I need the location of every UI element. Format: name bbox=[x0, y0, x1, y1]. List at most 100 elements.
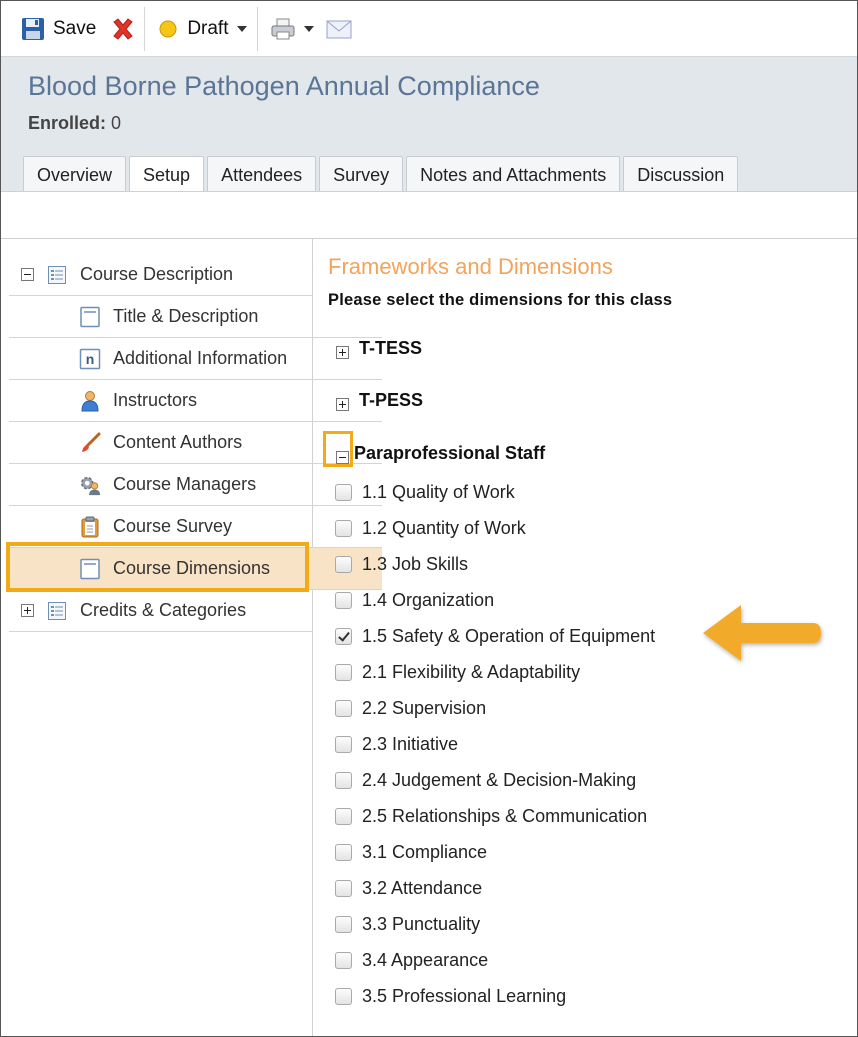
sidebar-item-label: Course Description bbox=[80, 264, 234, 284]
tab-bar: Overview Setup Attendees Survey Notes an… bbox=[23, 156, 741, 192]
expand-icon[interactable] bbox=[21, 604, 34, 617]
dimension-checkbox-row[interactable]: 3.4 Appearance bbox=[335, 950, 488, 971]
sidebar-item-credits-categories[interactable]: Credits & Categories bbox=[9, 590, 312, 632]
dimension-label: 2.4 Judgement & Decision-Making bbox=[362, 770, 637, 790]
checkbox[interactable] bbox=[335, 952, 352, 969]
active-item-highlight bbox=[6, 542, 309, 592]
dimension-checkbox-row[interactable]: 2.1 Flexibility & Adaptability bbox=[335, 662, 580, 683]
sidebar-item-additional-information[interactable]: n Additional Information bbox=[9, 338, 382, 380]
checkbox[interactable] bbox=[335, 520, 352, 537]
expand-icon[interactable] bbox=[336, 398, 349, 411]
gear-person-icon bbox=[79, 474, 101, 496]
dimension-checkbox-row[interactable]: 3.5 Professional Learning bbox=[335, 986, 566, 1007]
framework-paraprofessional-staff[interactable]: Paraprofessional Staff bbox=[336, 443, 545, 464]
dimension-checkbox-row[interactable]: 1.2 Quantity of Work bbox=[335, 518, 526, 539]
tab-discussion[interactable]: Discussion bbox=[623, 156, 739, 191]
save-button[interactable]: Save bbox=[21, 17, 96, 41]
tab-notes-and-attachments[interactable]: Notes and Attachments bbox=[406, 156, 621, 191]
sidebar-item-label: Content Authors bbox=[113, 432, 243, 452]
sidebar-item-title-description[interactable]: Title & Description bbox=[9, 296, 382, 338]
checkbox[interactable] bbox=[335, 700, 352, 717]
framework-label: Paraprofessional Staff bbox=[354, 443, 546, 463]
dimension-label: 2.1 Flexibility & Adaptability bbox=[362, 662, 581, 682]
enrolled-value: 0 bbox=[111, 113, 122, 133]
dimension-checkbox-row[interactable]: 3.3 Punctuality bbox=[335, 914, 480, 935]
info-n-icon: n bbox=[79, 348, 101, 370]
checkbox[interactable] bbox=[335, 916, 352, 933]
document-list-icon bbox=[46, 264, 68, 286]
sidebar-item-course-managers[interactable]: Course Managers bbox=[9, 464, 382, 506]
dimension-label: 3.4 Appearance bbox=[362, 950, 489, 970]
checkbox[interactable] bbox=[335, 592, 352, 609]
dimension-checkbox-row[interactable]: 1.5 Safety & Operation of Equipment bbox=[335, 626, 655, 647]
dimension-label: 3.5 Professional Learning bbox=[362, 986, 567, 1006]
tab-overview[interactable]: Overview bbox=[23, 156, 127, 191]
setup-sidebar: Course Description Title & Description n… bbox=[9, 238, 382, 1036]
tab-survey[interactable]: Survey bbox=[319, 156, 404, 191]
tab-setup[interactable]: Setup bbox=[129, 156, 205, 192]
section-title: Frameworks and Dimensions bbox=[328, 254, 613, 279]
email-button[interactable] bbox=[326, 18, 352, 40]
dimension-checkbox-row[interactable]: 3.1 Compliance bbox=[335, 842, 487, 863]
sub-toolbar bbox=[1, 191, 857, 239]
checkbox-checked[interactable] bbox=[335, 628, 352, 645]
paintbrush-icon bbox=[79, 432, 101, 454]
print-dropdown[interactable] bbox=[270, 17, 314, 41]
dimension-label: 1.4 Organization bbox=[362, 590, 495, 610]
sidebar-item-label: Course Managers bbox=[113, 474, 257, 494]
sidebar-item-label: Instructors bbox=[113, 390, 198, 410]
tab-attendees[interactable]: Attendees bbox=[207, 156, 317, 191]
dimension-checkbox-row[interactable]: 3.2 Attendance bbox=[335, 878, 482, 899]
checkbox[interactable] bbox=[335, 664, 352, 681]
section-subtitle: Please select the dimensions for this cl… bbox=[328, 291, 673, 309]
dimension-label: 2.3 Initiative bbox=[362, 734, 459, 754]
checkbox[interactable] bbox=[335, 880, 352, 897]
svg-text:n: n bbox=[86, 351, 95, 367]
framework-t-tess[interactable]: T-TESS bbox=[336, 338, 422, 359]
expand-icon[interactable] bbox=[336, 346, 349, 359]
yellow-circle-icon bbox=[159, 20, 177, 38]
checkbox[interactable] bbox=[335, 844, 352, 861]
checkbox[interactable] bbox=[335, 556, 352, 573]
collapse-icon[interactable] bbox=[21, 268, 34, 281]
dimension-checkbox-row[interactable]: 1.3 Job Skills bbox=[335, 554, 468, 575]
dimension-label: 2.2 Supervision bbox=[362, 698, 487, 718]
checkbox[interactable] bbox=[335, 772, 352, 789]
dimension-label: 1.5 Safety & Operation of Equipment bbox=[362, 626, 656, 646]
dimension-label: 2.5 Relationships & Communication bbox=[362, 806, 648, 826]
sidebar-item-instructors[interactable]: Instructors bbox=[9, 380, 382, 422]
sidebar-item-label: Title & Description bbox=[113, 306, 259, 326]
sidebar-item-label: Additional Information bbox=[113, 348, 288, 368]
checkbox[interactable] bbox=[335, 736, 352, 753]
checkbox[interactable] bbox=[335, 808, 352, 825]
dimension-label: 1.2 Quantity of Work bbox=[362, 518, 526, 538]
framework-label: T-PESS bbox=[359, 390, 424, 410]
enrolled-label: Enrolled: bbox=[28, 113, 107, 133]
envelope-icon bbox=[326, 18, 352, 40]
sidebar-item-course-description[interactable]: Course Description bbox=[9, 254, 312, 296]
framework-label: T-TESS bbox=[359, 338, 423, 358]
status-dropdown[interactable]: Draft bbox=[159, 18, 247, 40]
dimension-checkbox-row[interactable]: 2.5 Relationships & Communication bbox=[335, 806, 647, 827]
dimension-checkbox-row[interactable]: 1.4 Organization bbox=[335, 590, 494, 611]
clipboard-icon bbox=[79, 516, 101, 538]
dimension-checkbox-row[interactable]: 2.4 Judgement & Decision-Making bbox=[335, 770, 636, 791]
checkbox[interactable] bbox=[335, 988, 352, 1005]
framework-t-pess[interactable]: T-PESS bbox=[336, 390, 423, 411]
save-label: Save bbox=[53, 17, 97, 39]
app-window: Save Draft Blood Borne Pathogen Annual C… bbox=[0, 0, 858, 1037]
chevron-down-icon bbox=[236, 25, 247, 32]
enrolled-count: Enrolled: 0 bbox=[28, 113, 121, 134]
dimension-checkbox-row[interactable]: 2.2 Supervision bbox=[335, 698, 486, 719]
callout-arrow-icon bbox=[701, 602, 825, 671]
delete-button[interactable] bbox=[110, 16, 136, 42]
page-title: Blood Borne Pathogen Annual Compliance bbox=[28, 71, 540, 101]
checkbox[interactable] bbox=[335, 484, 352, 501]
dimension-checkbox-row[interactable]: 1.1 Quality of Work bbox=[335, 482, 515, 503]
sidebar-item-label: Course Survey bbox=[113, 516, 233, 536]
dimension-label: 3.2 Attendance bbox=[362, 878, 483, 898]
dimension-label: 3.3 Punctuality bbox=[362, 914, 481, 934]
red-x-icon bbox=[110, 16, 136, 42]
page-icon bbox=[79, 306, 101, 328]
dimension-checkbox-row[interactable]: 2.3 Initiative bbox=[335, 734, 458, 755]
